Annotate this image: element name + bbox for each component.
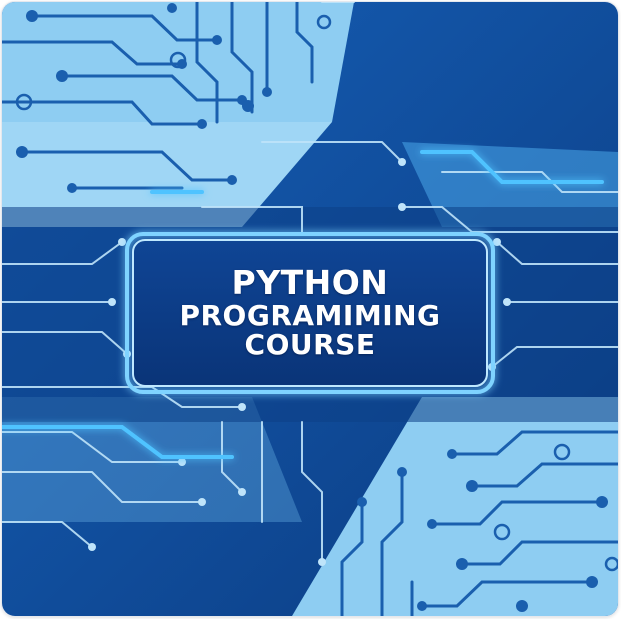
title-line-3: COURSE xyxy=(244,328,376,362)
title-line-1: PYTHON xyxy=(231,263,389,303)
course-title: PYTHON PROGRAMIMING COURSE xyxy=(132,238,488,388)
course-thumbnail-card[interactable]: PYTHON PROGRAMIMING COURSE xyxy=(1,1,619,617)
title-line-2: PROGRAMIMING xyxy=(179,298,441,332)
